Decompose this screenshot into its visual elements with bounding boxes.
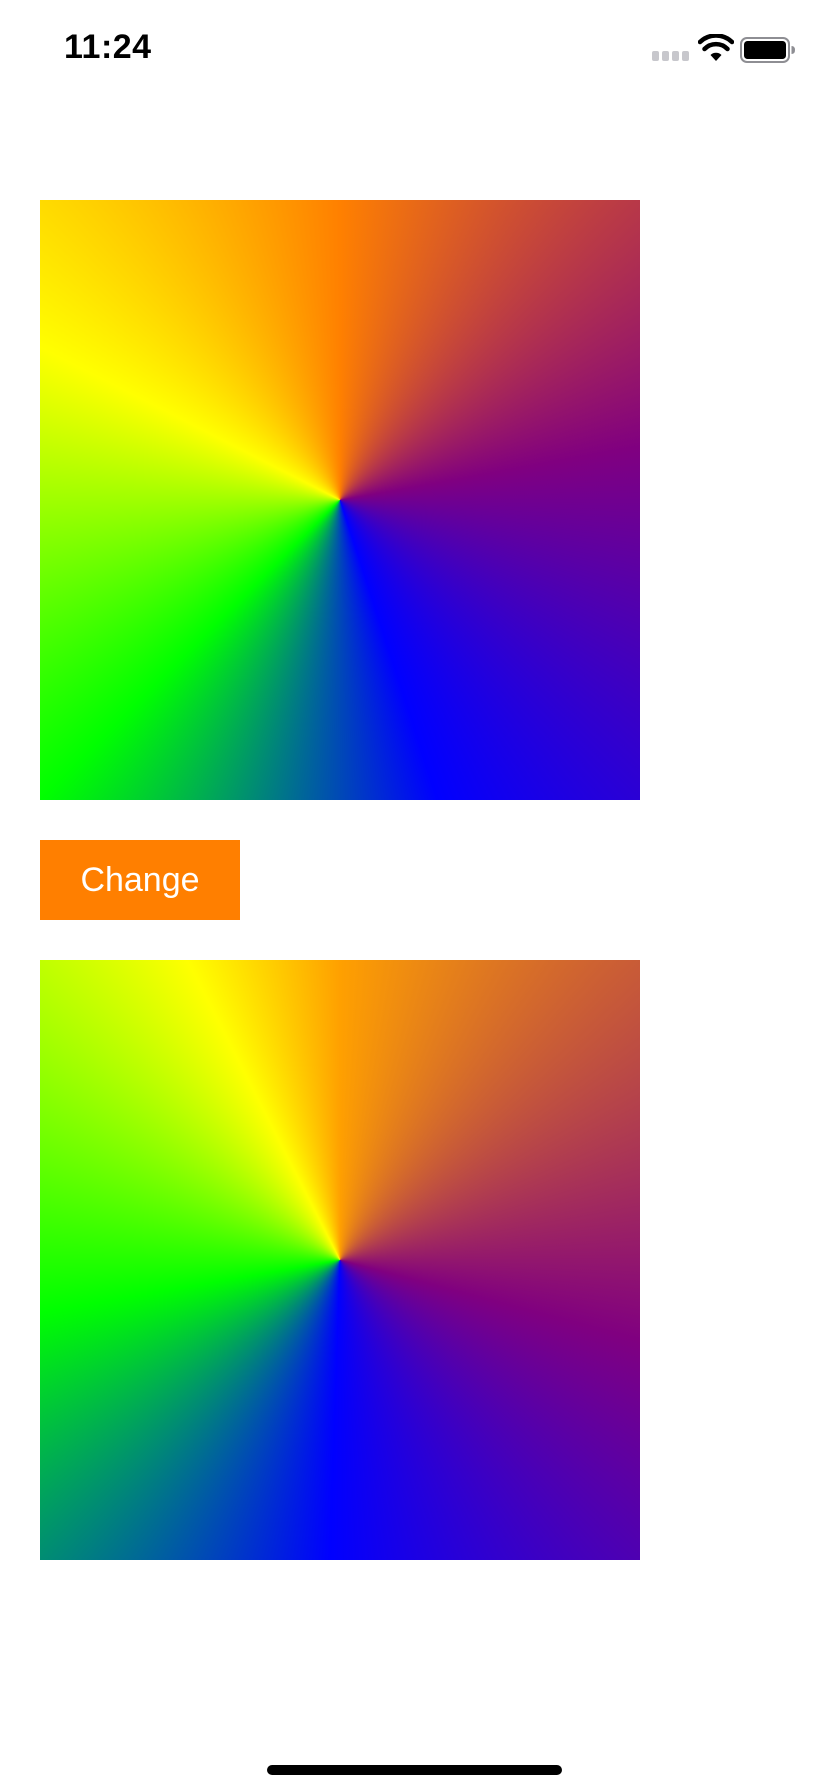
change-button[interactable]: Change — [40, 840, 240, 920]
cellular-signal-icon — [652, 51, 692, 61]
home-indicator[interactable] — [267, 1765, 562, 1775]
battery-icon — [740, 37, 795, 63]
top-conic-gradient — [40, 200, 640, 800]
status-time: 11:24 — [64, 28, 152, 66]
wifi-icon — [698, 34, 734, 61]
status-bar: 11:24 — [0, 0, 828, 100]
bottom-conic-gradient — [40, 960, 640, 1560]
